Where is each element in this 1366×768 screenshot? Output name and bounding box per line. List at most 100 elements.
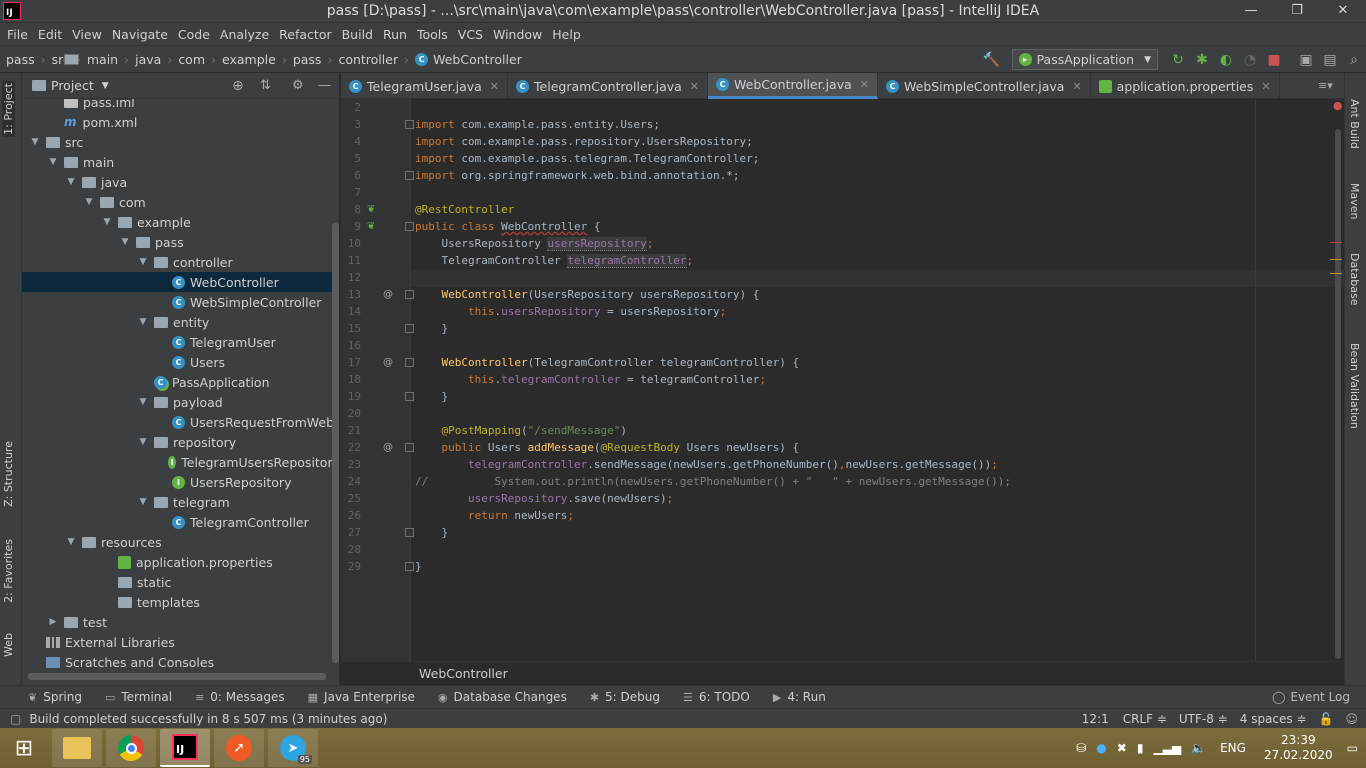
close-tab-icon[interactable]: ✕ <box>860 78 869 91</box>
fold-marker-icon[interactable] <box>405 443 414 452</box>
code-line[interactable]: import com.example.pass.repository.Users… <box>415 133 753 150</box>
fold-marker-icon[interactable] <box>405 528 414 537</box>
tab-bean-validation[interactable]: Bean Validation <box>1348 343 1361 429</box>
code-line[interactable]: } <box>415 558 422 575</box>
editor-scrollbar[interactable] <box>1335 129 1341 659</box>
tree-item[interactable]: ▼ example <box>22 212 332 232</box>
code-line[interactable]: this.telegramController = telegramContro… <box>415 371 766 388</box>
collapse-all-icon[interactable]: ⇅ <box>260 78 271 93</box>
tree-item[interactable]: C TelegramUser <box>22 332 332 352</box>
status-toggle-icon[interactable]: ▢ <box>10 712 21 726</box>
tab-project[interactable]: 1: Project <box>2 81 15 137</box>
breadcrumb-item[interactable]: C WebController <box>415 52 522 67</box>
tree-item[interactable]: C Users <box>22 352 332 372</box>
code-line[interactable]: } <box>415 388 448 405</box>
tree-item[interactable]: I TelegramUsersRepository <box>22 452 332 472</box>
close-tab-icon[interactable]: ✕ <box>490 80 499 93</box>
close-icon[interactable]: ✕ <box>1320 0 1366 22</box>
expand-arrow-icon[interactable]: ▼ <box>138 317 148 327</box>
code-line[interactable]: WebController(UsersRepository usersRepos… <box>415 286 760 303</box>
skype-tray-icon[interactable]: ● <box>1096 741 1106 755</box>
tree-item[interactable]: ▶ test <box>22 612 332 632</box>
expand-arrow-icon[interactable]: ▼ <box>102 217 112 227</box>
code-line[interactable]: import com.example.pass.entity.Users; <box>415 116 660 133</box>
breadcrumb-item[interactable]: com › <box>64 52 216 67</box>
editor-tab[interactable]: C TelegramController.java ✕ <box>508 73 709 99</box>
spring-bean-gutter-icon[interactable]: ❦ <box>367 218 375 235</box>
tree-item[interactable]: I UsersRepository <box>22 472 332 492</box>
tool-window-terminal[interactable]: ▭ Terminal <box>105 690 172 704</box>
tree-item[interactable]: ▼ java <box>22 172 332 192</box>
code-line[interactable]: public class WebController { <box>415 218 600 235</box>
menu-item-edit[interactable]: Edit <box>33 27 67 42</box>
tool-window-java-enterprise[interactable]: ▦ Java Enterprise <box>308 690 415 704</box>
editor-breadcrumb[interactable]: WebController <box>341 661 1344 685</box>
breadcrumb-item[interactable]: pass › <box>64 52 332 67</box>
coverage-icon[interactable]: ◐ <box>1214 52 1238 68</box>
project-structure-icon[interactable]: ▣ <box>1294 52 1318 68</box>
tab-database[interactable]: Database <box>1348 253 1361 306</box>
volume-icon[interactable]: 🔈 <box>1191 741 1206 755</box>
tab-maven[interactable]: Maven <box>1348 183 1361 219</box>
fold-marker-icon[interactable] <box>405 171 414 180</box>
autowired-gutter-icon[interactable]: @ <box>383 439 393 456</box>
code-editor[interactable]: 2 3 4 5 6 7 8 ❦ 9 ❦ 10 11 12 13 @14 15 16 17 @18 19 20 21 22 @2… <box>341 99 1344 661</box>
code-line[interactable]: import com.example.pass.telegram.Telegra… <box>415 150 759 167</box>
menu-item-refactor[interactable]: Refactor <box>274 27 336 42</box>
expand-arrow-icon[interactable]: ▶ <box>48 617 58 627</box>
caret-position[interactable]: 12:1 <box>1082 712 1109 726</box>
tree-item[interactable]: ▼ com <box>22 192 332 212</box>
warning-stripe-mark[interactable] <box>1330 259 1342 260</box>
chrome-icon[interactable] <box>106 729 156 767</box>
breadcrumb-item[interactable]: pass › <box>6 52 79 67</box>
code-line[interactable]: } <box>415 320 448 337</box>
expand-arrow-icon[interactable]: ▼ <box>138 437 148 447</box>
stop-icon[interactable]: ■ <box>1262 52 1286 68</box>
rerun-icon[interactable]: ↻ <box>1166 52 1190 68</box>
tree-item[interactable]: pass.iml <box>22 99 332 112</box>
fold-marker-icon[interactable] <box>405 120 414 129</box>
intellij-taskbar-icon[interactable]: IJ <box>160 729 210 767</box>
gear-icon[interactable]: ⚙ <box>292 78 304 93</box>
maximize-icon[interactable]: ❐ <box>1274 0 1320 22</box>
tree-item[interactable]: C UsersRequestFromWeb <box>22 412 332 432</box>
indent-setting[interactable]: 4 spaces ≑ <box>1240 712 1307 726</box>
expand-arrow-icon[interactable]: ▼ <box>84 197 94 207</box>
menu-item-window[interactable]: Window <box>488 27 547 42</box>
tree-item[interactable]: templates <box>22 592 332 612</box>
code-line[interactable]: } <box>415 524 448 541</box>
breadcrumb-item[interactable]: java › <box>64 52 172 67</box>
telegram-icon[interactable]: ➤ 95 <box>268 729 318 767</box>
tree-item[interactable]: m pom.xml <box>22 112 332 132</box>
run-configuration-select[interactable]: ▸ PassApplication ▼ <box>1011 49 1158 70</box>
code-line[interactable]: import org.springframework.web.bind.anno… <box>415 167 740 184</box>
tool-window-spring[interactable]: ❦ Spring <box>28 690 82 704</box>
tree-item[interactable]: ▼ repository <box>22 432 332 452</box>
chevron-down-icon[interactable]: ▼ <box>102 81 109 91</box>
expand-arrow-icon[interactable]: ▼ <box>66 537 76 547</box>
fold-marker-icon[interactable] <box>405 392 414 401</box>
tool-window-messages[interactable]: ≡ 0: Messages <box>195 690 285 704</box>
tree-item[interactable]: ▼ main <box>22 152 332 172</box>
code-line[interactable]: // System.out.println(newUsers.getPhoneN… <box>415 473 1011 490</box>
tree-item[interactable]: External Libraries <box>22 632 332 652</box>
tree-item[interactable]: ▼ payload <box>22 392 332 412</box>
debug-icon[interactable]: ✱ <box>1190 52 1214 68</box>
menu-item-vcs[interactable]: VCS <box>453 27 488 42</box>
warning-stripe-mark[interactable] <box>1330 273 1342 274</box>
app-tray-icon[interactable]: ✖ <box>1117 741 1127 755</box>
language-indicator[interactable]: ENG <box>1220 741 1246 755</box>
tree-item[interactable]: ▼ entity <box>22 312 332 332</box>
tool-window-debug[interactable]: ✱ 5: Debug <box>590 690 660 704</box>
minimize-icon[interactable]: — <box>1228 0 1274 22</box>
fold-marker-icon[interactable] <box>405 222 414 231</box>
tool-window-run[interactable]: ▶ 4: Run <box>773 690 826 704</box>
build-hammer-icon[interactable]: 🔨 <box>980 52 1004 68</box>
hide-icon[interactable]: — <box>318 78 331 93</box>
tree-scrollbar-vertical[interactable] <box>332 223 339 663</box>
fold-marker-icon[interactable] <box>405 290 414 299</box>
tree-item[interactable]: ▼ pass <box>22 232 332 252</box>
tool-window-todo[interactable]: ☰ 6: TODO <box>683 690 750 704</box>
tree-item[interactable]: Scratches and Consoles <box>22 652 332 672</box>
breadcrumb-item[interactable]: example › <box>64 52 287 67</box>
